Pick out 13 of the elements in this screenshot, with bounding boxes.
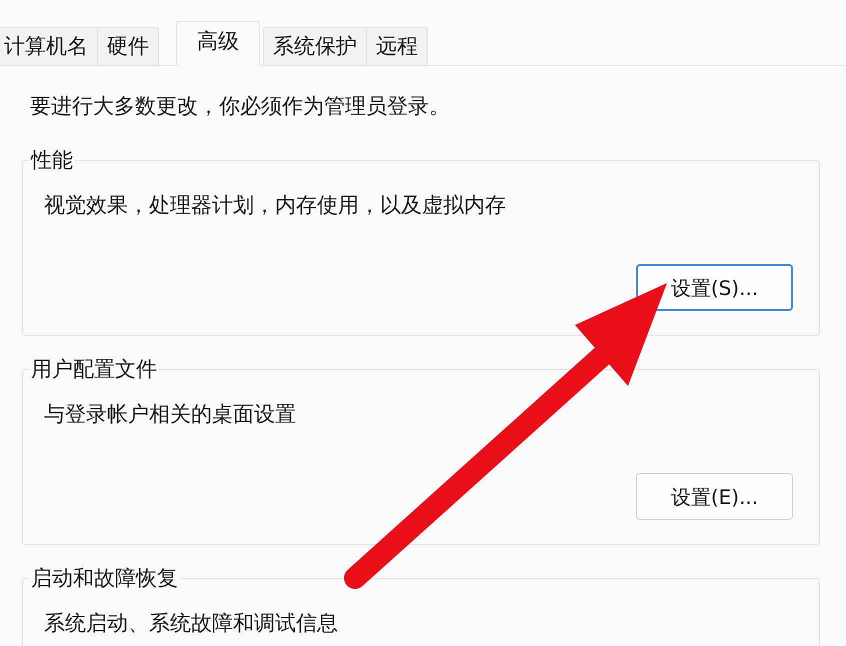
group-title: 性能 (30, 148, 74, 172)
tab[interactable]: 硬件 (97, 27, 159, 66)
tab[interactable]: 远程 (366, 27, 428, 66)
group-title: 用户配置文件 (30, 357, 158, 381)
admin-notice: 要进行大多数更改，你必须作为管理员登录。 (30, 94, 451, 119)
tab[interactable]: 计算机名 (0, 27, 98, 66)
tab[interactable]: 系统保护 (263, 27, 367, 66)
group-description: 视觉效果，处理器计划，内存使用，以及虚拟内存 (44, 192, 507, 218)
settings-button[interactable]: 设置(E)... (636, 473, 793, 520)
group-description: 系统启动、系统故障和调试信息 (44, 610, 339, 636)
group-description: 与登录帐户相关的桌面设置 (44, 401, 297, 427)
tab[interactable]: 高级 (176, 21, 260, 66)
group-title: 启动和故障恢复 (30, 566, 179, 590)
